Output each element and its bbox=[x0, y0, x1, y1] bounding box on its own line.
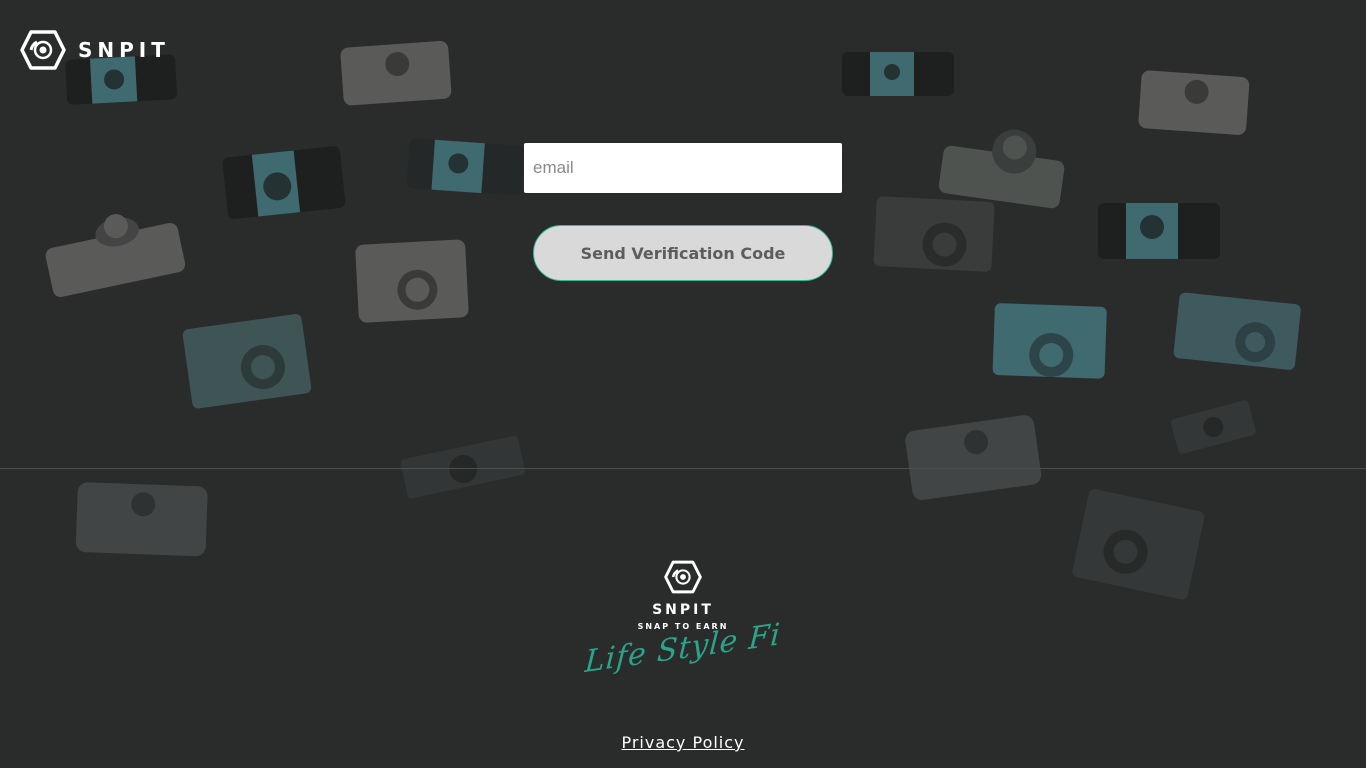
section-divider bbox=[0, 468, 1366, 469]
footer-brand-name: SNPIT bbox=[652, 602, 714, 618]
camera-icon bbox=[938, 129, 1065, 209]
camera-icon bbox=[1170, 400, 1256, 454]
login-page: SNPIT Send Verification Code SNPIT SNAP … bbox=[0, 0, 1366, 768]
camera-icon bbox=[45, 214, 186, 297]
camera-icon bbox=[873, 196, 995, 272]
privacy-policy-link[interactable]: Privacy Policy bbox=[600, 733, 766, 752]
camera-icon bbox=[992, 303, 1107, 379]
snpit-hexagon-lens-icon bbox=[20, 30, 66, 70]
send-verification-code-button[interactable]: Send Verification Code bbox=[533, 225, 833, 281]
camera-icon bbox=[1072, 489, 1205, 600]
camera-icon bbox=[406, 138, 525, 196]
camera-icon bbox=[340, 41, 452, 106]
snpit-logo-link[interactable]: SNPIT bbox=[20, 30, 170, 70]
email-input[interactable] bbox=[524, 143, 842, 193]
footer-brand: SNPIT SNAP TO EARN Life Style Fi bbox=[583, 560, 783, 680]
snpit-hexagon-lens-icon bbox=[664, 560, 702, 594]
camera-icon bbox=[75, 482, 208, 557]
camera-icon bbox=[182, 314, 312, 409]
camera-icon bbox=[905, 415, 1042, 501]
camera-icon bbox=[222, 146, 346, 220]
camera-icon bbox=[842, 52, 954, 96]
camera-icon bbox=[355, 239, 469, 323]
camera-icon bbox=[1173, 292, 1301, 370]
camera-icon bbox=[1138, 70, 1250, 135]
logo-text: SNPIT bbox=[78, 38, 170, 62]
camera-icon bbox=[1098, 203, 1220, 259]
